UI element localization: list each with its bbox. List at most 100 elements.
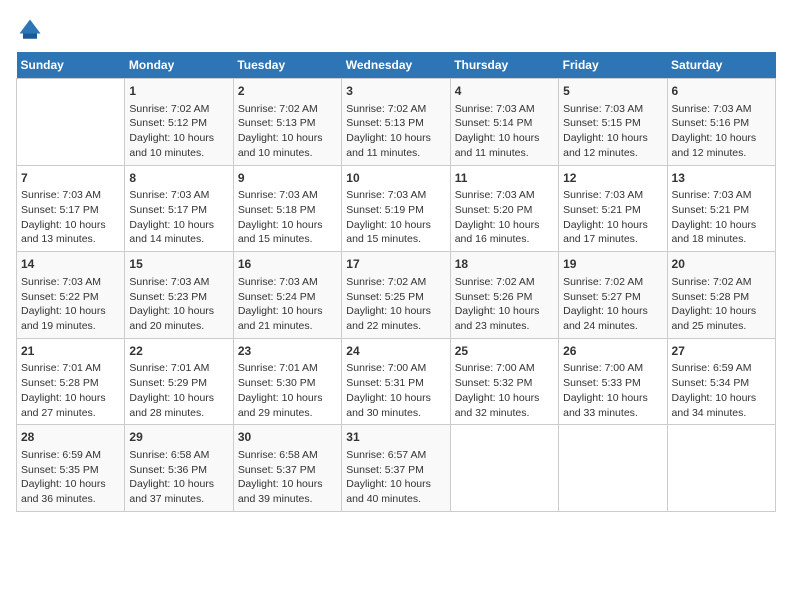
week-row-5: 28Sunrise: 6:59 AM Sunset: 5:35 PM Dayli… — [17, 425, 776, 512]
day-cell — [559, 425, 667, 512]
day-number: 1 — [129, 83, 228, 100]
day-info: Sunrise: 7:02 AM Sunset: 5:28 PM Dayligh… — [672, 275, 771, 334]
day-number: 17 — [346, 256, 445, 273]
col-header-wednesday: Wednesday — [342, 52, 450, 79]
day-info: Sunrise: 7:03 AM Sunset: 5:21 PM Dayligh… — [563, 188, 662, 247]
day-number: 15 — [129, 256, 228, 273]
col-header-saturday: Saturday — [667, 52, 775, 79]
day-cell: 9Sunrise: 7:03 AM Sunset: 5:18 PM Daylig… — [233, 165, 341, 252]
day-info: Sunrise: 7:03 AM Sunset: 5:18 PM Dayligh… — [238, 188, 337, 247]
day-cell: 1 Sunrise: 7:02 AM Sunset: 5:12 PM Daylig… — [125, 79, 233, 166]
week-row-1: 1 Sunrise: 7:02 AM Sunset: 5:12 PM Daylig… — [17, 79, 776, 166]
day-number: 27 — [672, 343, 771, 360]
day-info: Sunrise: 7:03 AM Sunset: 5:23 PM Dayligh… — [129, 275, 228, 334]
day-info: Sunrise: 7:00 AM Sunset: 5:32 PM Dayligh… — [455, 361, 554, 420]
day-info: Sunrise: 7:03 AM Sunset: 5:22 PM Dayligh… — [21, 275, 120, 334]
day-info: Sunrise: 7:01 AM Sunset: 5:28 PM Dayligh… — [21, 361, 120, 420]
day-cell: 31Sunrise: 6:57 AM Sunset: 5:37 PM Dayli… — [342, 425, 450, 512]
day-cell: 17 Sunrise: 7:02 AM Sunset: 5:25 PM Dayli… — [342, 252, 450, 339]
day-info: Sunrise: 6:58 AM Sunset: 5:36 PM Dayligh… — [129, 448, 228, 507]
day-info: Sunrise: 7:03 AM Sunset: 5:16 PM Dayligh… — [672, 102, 771, 161]
day-cell: 15 Sunrise: 7:03 AM Sunset: 5:23 PM Dayli… — [125, 252, 233, 339]
day-info: Sunrise: 7:00 AM Sunset: 5:31 PM Dayligh… — [346, 361, 445, 420]
day-number: 10 — [346, 170, 445, 187]
day-cell: 25Sunrise: 7:00 AM Sunset: 5:32 PM Dayli… — [450, 338, 558, 425]
day-info: Sunrise: 7:03 AM Sunset: 5:19 PM Dayligh… — [346, 188, 445, 247]
day-info: Sunrise: 7:03 AM Sunset: 5:20 PM Dayligh… — [455, 188, 554, 247]
day-number: 28 — [21, 429, 120, 446]
day-cell: 22Sunrise: 7:01 AM Sunset: 5:29 PM Dayli… — [125, 338, 233, 425]
day-info: Sunrise: 7:02 AM Sunset: 5:13 PM Dayligh… — [346, 102, 445, 161]
day-cell: 29 Sunrise: 6:58 AM Sunset: 5:36 PM Dayli… — [125, 425, 233, 512]
col-header-tuesday: Tuesday — [233, 52, 341, 79]
day-number: 22 — [129, 343, 228, 360]
day-info: Sunrise: 7:03 AM Sunset: 5:17 PM Dayligh… — [21, 188, 120, 247]
col-header-monday: Monday — [125, 52, 233, 79]
day-number: 6 — [672, 83, 771, 100]
day-info: Sunrise: 6:59 AM Sunset: 5:34 PM Dayligh… — [672, 361, 771, 420]
day-cell: 7Sunrise: 7:03 AM Sunset: 5:17 PM Daylig… — [17, 165, 125, 252]
day-cell: 27Sunrise: 6:59 AM Sunset: 5:34 PM Dayli… — [667, 338, 775, 425]
day-info: Sunrise: 7:03 AM Sunset: 5:14 PM Dayligh… — [455, 102, 554, 161]
day-cell: 21Sunrise: 7:01 AM Sunset: 5:28 PM Dayli… — [17, 338, 125, 425]
day-cell: 11Sunrise: 7:03 AM Sunset: 5:20 PM Dayli… — [450, 165, 558, 252]
day-info: Sunrise: 6:57 AM Sunset: 5:37 PM Dayligh… — [346, 448, 445, 507]
day-number: 16 — [238, 256, 337, 273]
day-number: 30 — [238, 429, 337, 446]
day-number: 11 — [455, 170, 554, 187]
day-number: 26 — [563, 343, 662, 360]
day-cell: 5 Sunrise: 7:03 AM Sunset: 5:15 PM Daylig… — [559, 79, 667, 166]
day-cell: 3 Sunrise: 7:02 AM Sunset: 5:13 PM Daylig… — [342, 79, 450, 166]
day-number: 9 — [238, 170, 337, 187]
logo-icon — [16, 16, 44, 44]
day-cell: 19 Sunrise: 7:02 AM Sunset: 5:27 PM Dayli… — [559, 252, 667, 339]
logo — [16, 16, 48, 44]
day-cell — [17, 79, 125, 166]
day-number: 5 — [563, 83, 662, 100]
day-number: 13 — [672, 170, 771, 187]
day-info: Sunrise: 7:03 AM Sunset: 5:17 PM Dayligh… — [129, 188, 228, 247]
day-info: Sunrise: 7:02 AM Sunset: 5:26 PM Dayligh… — [455, 275, 554, 334]
day-info: Sunrise: 7:01 AM Sunset: 5:30 PM Dayligh… — [238, 361, 337, 420]
day-cell: 30Sunrise: 6:58 AM Sunset: 5:37 PM Dayli… — [233, 425, 341, 512]
day-cell: 23Sunrise: 7:01 AM Sunset: 5:30 PM Dayli… — [233, 338, 341, 425]
week-row-4: 21Sunrise: 7:01 AM Sunset: 5:28 PM Dayli… — [17, 338, 776, 425]
day-number: 7 — [21, 170, 120, 187]
col-header-friday: Friday — [559, 52, 667, 79]
day-info: Sunrise: 7:02 AM Sunset: 5:12 PM Dayligh… — [129, 102, 228, 161]
day-number: 25 — [455, 343, 554, 360]
day-cell — [667, 425, 775, 512]
day-cell: 13Sunrise: 7:03 AM Sunset: 5:21 PM Dayli… — [667, 165, 775, 252]
day-number: 23 — [238, 343, 337, 360]
day-cell — [450, 425, 558, 512]
day-number: 3 — [346, 83, 445, 100]
day-cell: 20Sunrise: 7:02 AM Sunset: 5:28 PM Dayli… — [667, 252, 775, 339]
col-header-thursday: Thursday — [450, 52, 558, 79]
day-number: 24 — [346, 343, 445, 360]
day-number: 19 — [563, 256, 662, 273]
day-info: Sunrise: 7:01 AM Sunset: 5:29 PM Dayligh… — [129, 361, 228, 420]
day-info: Sunrise: 7:03 AM Sunset: 5:24 PM Dayligh… — [238, 275, 337, 334]
day-number: 18 — [455, 256, 554, 273]
day-info: Sunrise: 7:02 AM Sunset: 5:27 PM Dayligh… — [563, 275, 662, 334]
day-number: 8 — [129, 170, 228, 187]
calendar-header-row: SundayMondayTuesdayWednesdayThursdayFrid… — [17, 52, 776, 79]
day-number: 12 — [563, 170, 662, 187]
day-number: 2 — [238, 83, 337, 100]
day-cell: 10Sunrise: 7:03 AM Sunset: 5:19 PM Dayli… — [342, 165, 450, 252]
day-cell: 18 Sunrise: 7:02 AM Sunset: 5:26 PM Dayli… — [450, 252, 558, 339]
week-row-3: 14 Sunrise: 7:03 AM Sunset: 5:22 PM Dayli… — [17, 252, 776, 339]
day-cell: 16 Sunrise: 7:03 AM Sunset: 5:24 PM Dayli… — [233, 252, 341, 339]
day-cell: 4Sunrise: 7:03 AM Sunset: 5:14 PM Daylig… — [450, 79, 558, 166]
day-info: Sunrise: 7:02 AM Sunset: 5:13 PM Dayligh… — [238, 102, 337, 161]
calendar-table: SundayMondayTuesdayWednesdayThursdayFrid… — [16, 52, 776, 512]
day-cell: 2 Sunrise: 7:02 AM Sunset: 5:13 PM Daylig… — [233, 79, 341, 166]
week-row-2: 7Sunrise: 7:03 AM Sunset: 5:17 PM Daylig… — [17, 165, 776, 252]
day-info: Sunrise: 7:03 AM Sunset: 5:15 PM Dayligh… — [563, 102, 662, 161]
day-number: 29 — [129, 429, 228, 446]
day-info: Sunrise: 7:02 AM Sunset: 5:25 PM Dayligh… — [346, 275, 445, 334]
day-number: 14 — [21, 256, 120, 273]
day-cell: 12Sunrise: 7:03 AM Sunset: 5:21 PM Dayli… — [559, 165, 667, 252]
page-header — [16, 16, 776, 44]
day-cell: 6 Sunrise: 7:03 AM Sunset: 5:16 PM Daylig… — [667, 79, 775, 166]
